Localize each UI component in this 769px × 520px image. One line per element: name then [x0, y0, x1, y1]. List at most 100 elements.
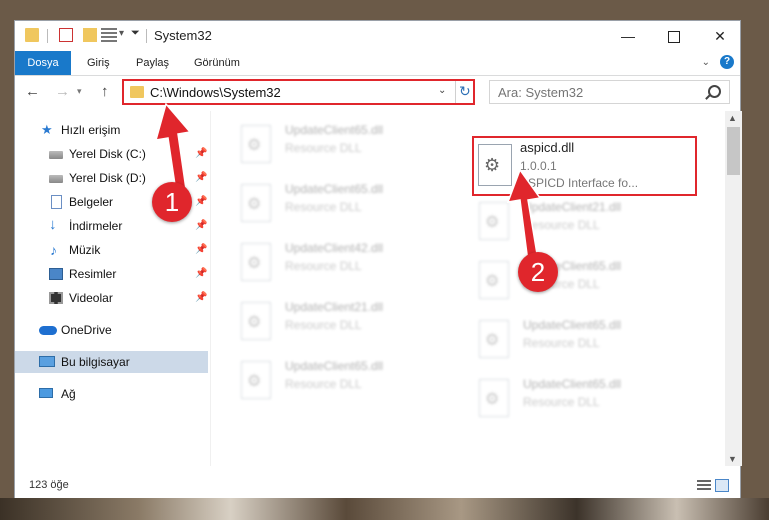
up-arrow-icon[interactable]: ↑: [101, 83, 109, 100]
cloud-icon: [39, 326, 57, 335]
pin-icon[interactable]: 📌: [195, 239, 207, 261]
file-name: UpdateClient65.dll: [285, 123, 384, 137]
file-name: UpdateClient65.dll: [523, 318, 622, 332]
document-icon: [51, 195, 62, 209]
dll-file-icon: ⚙: [479, 261, 509, 299]
list-item[interactable]: ⚙ UpdateClient65.dll Resource DLL: [449, 373, 679, 425]
file-name: aspicd.dll: [520, 140, 575, 155]
window-title: System32: [154, 28, 212, 43]
search-input[interactable]: [496, 84, 700, 101]
list-item[interactable]: ⚙ UpdateClient65.dll Resource DLL: [211, 178, 441, 230]
properties-icon[interactable]: [101, 28, 117, 42]
computer-icon: [39, 356, 55, 367]
sidebar-item-label: İndirmeler: [69, 219, 123, 233]
file-name: UpdateClient42.dll: [285, 241, 384, 255]
title-bar: ▾ ⏷ System32 — ✕: [15, 21, 740, 51]
pin-icon[interactable]: 📌: [195, 167, 207, 189]
sidebar-item-network[interactable]: Ağ: [15, 383, 208, 405]
dll-file-icon: ⚙: [241, 361, 271, 399]
ribbon-tabs: Dosya Giriş Paylaş Görünüm ⌄ ?: [15, 51, 740, 76]
properties-check-icon[interactable]: [59, 28, 73, 42]
star-icon: ★: [41, 122, 53, 137]
list-item[interactable]: ⚙ UpdateClient65.dll Resource DLL: [449, 314, 679, 366]
address-path[interactable]: C:\Windows\System32: [150, 85, 281, 100]
scroll-down-icon[interactable]: ▼: [728, 454, 737, 464]
file-explorer-window: ▾ ⏷ System32 — ✕ Dosya Giriş Paylaş Görü…: [14, 20, 742, 498]
sidebar-item-label: Resimler: [69, 267, 117, 281]
close-button[interactable]: ✕: [697, 21, 743, 51]
tiles-view-icon[interactable]: [715, 479, 729, 492]
refresh-icon[interactable]: ↻: [459, 83, 471, 100]
help-icon[interactable]: ?: [720, 55, 734, 69]
sidebar-item-pictures[interactable]: Resimler 📌: [15, 263, 208, 285]
recent-locations-icon[interactable]: ▾: [77, 86, 82, 97]
vertical-scrollbar[interactable]: ▲ ▼: [725, 111, 742, 466]
list-item[interactable]: ⚙ UpdateClient21.dll Resource DLL: [449, 196, 679, 248]
list-item[interactable]: ⚙ UpdateClient65.dll Resource DLL: [449, 255, 679, 307]
drive-icon: [49, 175, 63, 183]
chevron-down-icon[interactable]: ⌄: [438, 85, 446, 96]
ribbon-expand-icon[interactable]: ⌄: [702, 57, 710, 68]
list-item[interactable]: ⚙ UpdateClient42.dll Resource DLL: [211, 237, 441, 289]
pin-icon[interactable]: 📌: [195, 287, 207, 309]
tab-share[interactable]: Paylaş: [136, 51, 169, 75]
search-box[interactable]: [489, 80, 730, 104]
folder-icon: [25, 28, 39, 42]
address-bar[interactable]: C:\Windows\System32 ⌄ ↻: [122, 79, 475, 105]
file-type: Resource DLL: [285, 318, 362, 332]
scroll-up-icon[interactable]: ▲: [728, 113, 737, 123]
video-icon: [49, 292, 63, 304]
pin-icon[interactable]: 📌: [195, 143, 207, 165]
details-view-icon[interactable]: [697, 480, 711, 492]
maximize-button[interactable]: [651, 21, 697, 51]
sidebar-item-onedrive[interactable]: OneDrive: [15, 319, 208, 341]
sidebar-item-quick-access[interactable]: ★ Hızlı erişim: [15, 119, 208, 141]
scrollbar-thumb[interactable]: [727, 127, 740, 175]
dll-file-icon: ⚙: [479, 379, 509, 417]
list-item[interactable]: ⚙ UpdateClient65.dll Resource DLL: [211, 355, 441, 407]
tab-home[interactable]: Giriş: [87, 51, 110, 75]
desktop-background: [0, 498, 769, 520]
music-icon: ♪: [50, 242, 57, 258]
sidebar-item-videos[interactable]: Videolar 📌: [15, 287, 208, 309]
navigation-bar: ← → ▾ ↑ C:\Windows\System32 ⌄ ↻: [15, 76, 740, 110]
sidebar-item-label: Müzik: [69, 243, 101, 257]
sidebar-item-label: Belgeler: [69, 195, 114, 209]
search-icon[interactable]: [708, 85, 721, 98]
address-separator: [455, 81, 456, 103]
list-item[interactable]: ⚙ UpdateClient21.dll Resource DLL: [211, 296, 441, 348]
navigation-pane: ★ Hızlı erişim Yerel Disk (C:) 📌 Yerel D…: [15, 111, 210, 466]
pin-icon[interactable]: 📌: [195, 263, 207, 285]
pin-icon[interactable]: 📌: [195, 215, 207, 237]
file-name: UpdateClient65.dll: [285, 182, 384, 196]
chevron-down-icon[interactable]: ▾: [119, 28, 124, 39]
sidebar-item-local-disk-c[interactable]: Yerel Disk (C:) 📌: [15, 143, 208, 165]
file-name: UpdateClient21.dll: [523, 200, 622, 214]
pin-icon[interactable]: 📌: [195, 191, 207, 213]
forward-arrow-icon[interactable]: →: [55, 83, 70, 100]
dll-file-icon: ⚙: [479, 320, 509, 358]
sidebar-item-label: Ağ: [61, 387, 76, 401]
highlighted-file-aspicd[interactable]: ⚙ aspicd.dll 1.0.0.1 ASPICD Interface fo…: [472, 136, 697, 196]
file-list: ⚙ UpdateClient65.dll Resource DLL ⚙ Upda…: [211, 111, 725, 466]
tab-file[interactable]: Dosya: [15, 51, 71, 75]
file-name: UpdateClient65.dll: [285, 359, 384, 373]
file-description: ASPICD Interface fo...: [520, 176, 639, 190]
step-1-badge: 1: [152, 182, 192, 222]
new-folder-icon[interactable]: [83, 28, 97, 42]
minimize-button[interactable]: —: [605, 21, 651, 51]
sidebar-item-this-pc[interactable]: Bu bilgisayar: [15, 351, 208, 373]
dll-file-icon: ⚙: [241, 243, 271, 281]
sidebar-item-label: OneDrive: [61, 323, 112, 337]
sidebar-item-music[interactable]: ♪ Müzik 📌: [15, 239, 208, 261]
pictures-icon: [49, 268, 63, 280]
back-arrow-icon[interactable]: ←: [25, 83, 40, 100]
file-type: Resource DLL: [285, 377, 362, 391]
sidebar-item-label: Yerel Disk (D:): [69, 171, 146, 185]
quick-access-toolbar-customize-icon[interactable]: ⏷: [131, 27, 140, 40]
file-type: Resource DLL: [285, 259, 362, 273]
tab-view[interactable]: Görünüm: [194, 51, 240, 75]
list-item[interactable]: ⚙ UpdateClient65.dll Resource DLL: [211, 119, 441, 171]
toolbar-separator: [47, 29, 48, 43]
dll-file-icon: ⚙: [241, 184, 271, 222]
